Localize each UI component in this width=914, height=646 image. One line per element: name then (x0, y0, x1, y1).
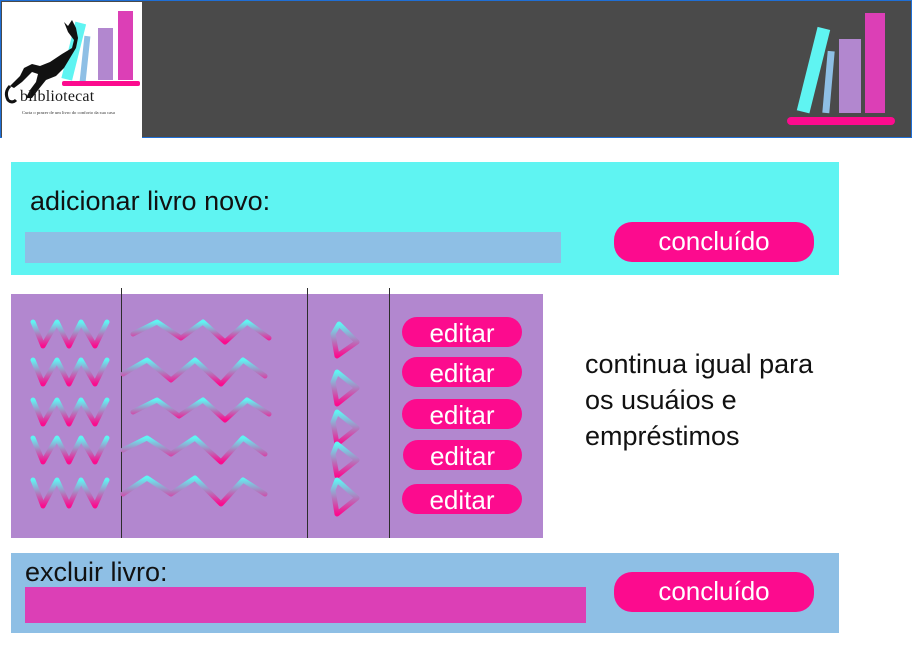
edit-button[interactable]: editar (402, 484, 522, 514)
delete-book-input[interactable] (25, 587, 586, 623)
delete-book-submit-button[interactable]: concluído (614, 572, 814, 612)
note-line: continua igual para (585, 349, 814, 379)
add-book-submit-button[interactable]: concluído (614, 222, 814, 262)
brand-tagline: Curta o prazer de um livro do conforto d… (22, 110, 115, 115)
add-book-label: adicionar livro novo: (30, 186, 271, 216)
add-book-panel: adicionar livro novo: concluído (11, 162, 839, 275)
note-text: continua igual para os usuáios e emprést… (585, 346, 813, 454)
edit-button[interactable]: editar (402, 399, 522, 429)
add-book-input[interactable] (25, 232, 561, 263)
edit-button[interactable]: editar (403, 440, 522, 470)
books-icon (787, 13, 895, 125)
logo[interactable]: blibliotecat Curta o prazer de um livro … (2, 2, 142, 138)
note-line: empréstimos (585, 421, 740, 451)
edit-button[interactable]: editar (402, 317, 522, 347)
cat-with-books-icon (4, 11, 140, 104)
delete-book-label: excluir livro: (25, 557, 168, 587)
delete-book-panel: excluir livro: concluído (11, 553, 839, 633)
app-header: blibliotecat Curta o prazer de um livro … (0, 0, 912, 138)
note-line: os usuáios e (585, 385, 737, 415)
brand-name: blibliotecat (20, 88, 95, 105)
book-table: editar editar editar editar editar (11, 288, 543, 538)
edit-button[interactable]: editar (402, 357, 522, 387)
